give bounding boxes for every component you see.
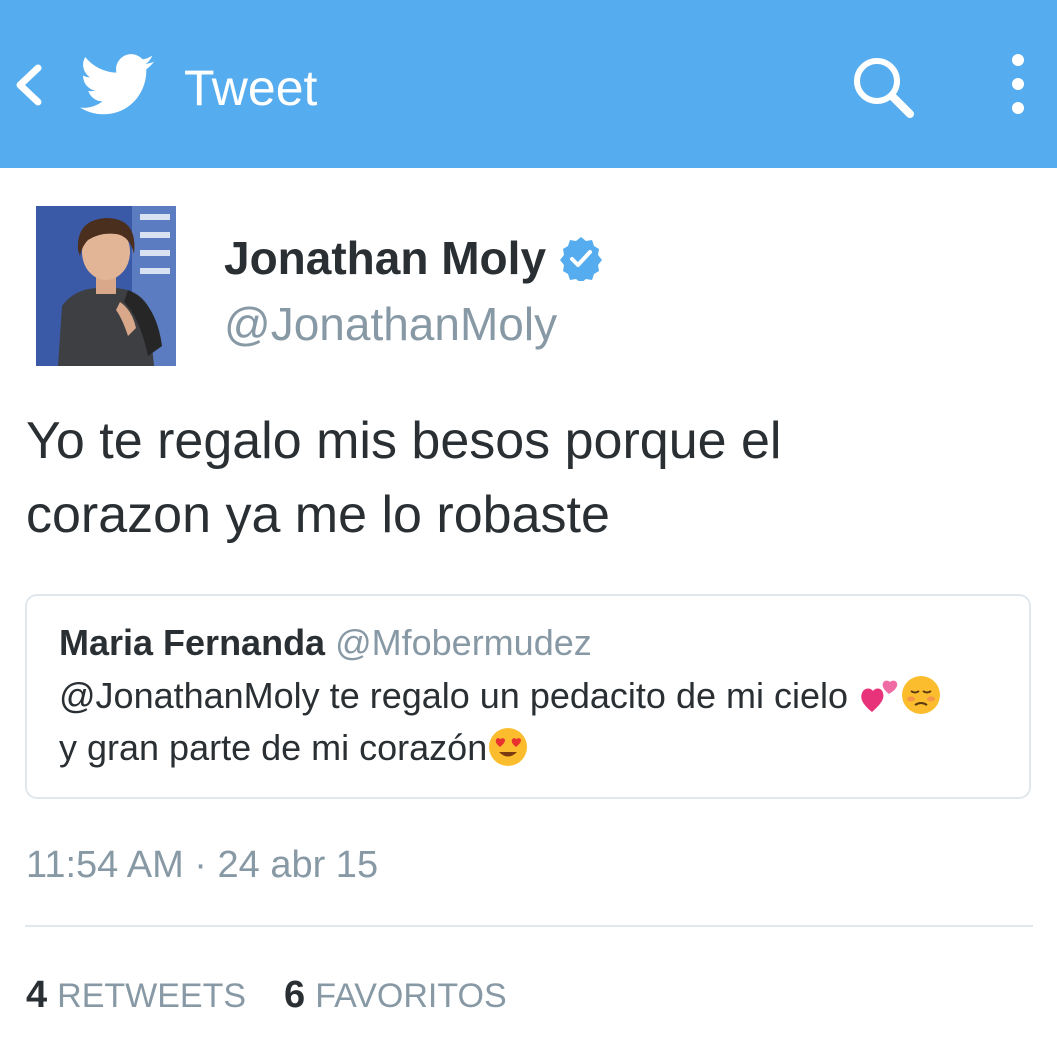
tweet-stats: 4 Retweets 6 Favoritos xyxy=(26,968,507,1023)
tweet-text: Yo te regalo mis besos porque el corazon… xyxy=(26,412,782,544)
quoted-text-line2: y gran parte de mi corazón xyxy=(59,727,488,768)
twitter-bird-icon xyxy=(80,54,154,115)
retweets-label: Retweets xyxy=(57,977,247,1015)
author-name-text: Jonathan Moly xyxy=(224,232,547,284)
page-title: Tweet xyxy=(184,60,318,116)
back-icon[interactable] xyxy=(10,62,46,108)
favorites-count: 6 xyxy=(284,974,306,1016)
avatar-photo xyxy=(36,206,176,366)
pensive-face-emoji xyxy=(902,676,941,714)
quoted-author-handle: @Mfobermudez xyxy=(335,622,592,663)
quoted-tweet-text: @JonathanMoly te regalo un pedacito de m… xyxy=(59,670,1019,774)
verified-badge-icon xyxy=(560,237,603,281)
author-avatar[interactable] xyxy=(36,206,176,366)
author-handle[interactable]: @JonathanMoly xyxy=(224,294,557,354)
search-icon[interactable] xyxy=(850,54,916,120)
tweet-timestamp: 11:54 AM · 24 abr 15 xyxy=(26,844,379,886)
quoted-text-line1: @JonathanMoly te regalo un pedacito de m… xyxy=(59,675,859,716)
quoted-tweet-card[interactable]: Maria Fernanda @Mfobermudez @JonathanMoly… xyxy=(25,594,1031,799)
quoted-author-name: Maria Fernanda xyxy=(59,622,326,663)
retweets-stat[interactable]: 4 Retweets xyxy=(26,968,246,1023)
two-hearts-emoji xyxy=(861,680,898,712)
divider xyxy=(25,925,1033,927)
favorites-stat[interactable]: 6 Favoritos xyxy=(284,968,507,1023)
heart-eyes-emoji xyxy=(489,728,528,766)
quoted-tweet-header: Maria Fernanda @Mfobermudez xyxy=(59,618,592,668)
overflow-menu-icon[interactable] xyxy=(1000,50,1036,122)
retweets-count: 4 xyxy=(26,974,48,1016)
favorites-label: Favoritos xyxy=(315,977,507,1015)
author-name[interactable]: Jonathan Moly xyxy=(224,228,604,288)
top-app-bar: Tweet xyxy=(0,0,1057,168)
